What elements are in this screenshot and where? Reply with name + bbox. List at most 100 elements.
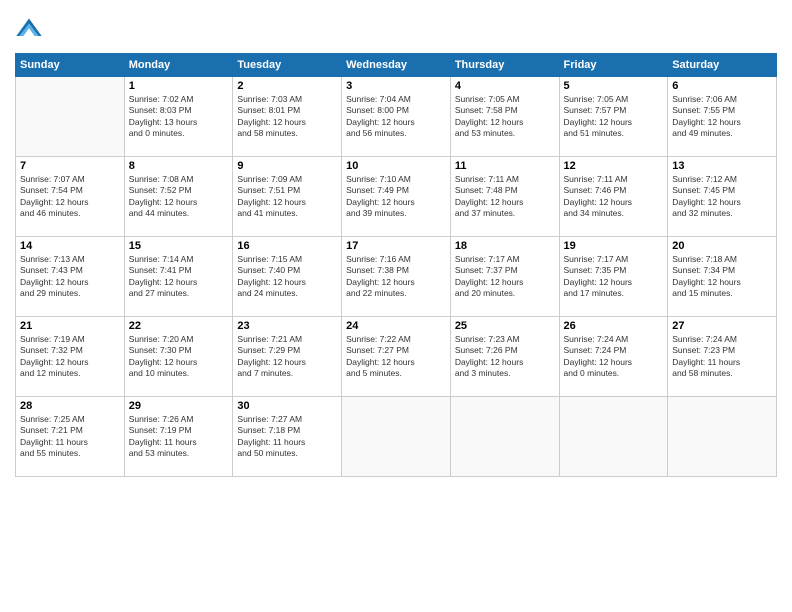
day-content: Sunrise: 7:23 AM Sunset: 7:26 PM Dayligh… [455, 334, 555, 380]
calendar-cell [559, 397, 668, 477]
day-number: 8 [129, 160, 229, 172]
day-content: Sunrise: 7:11 AM Sunset: 7:48 PM Dayligh… [455, 174, 555, 220]
day-content: Sunrise: 7:24 AM Sunset: 7:24 PM Dayligh… [564, 334, 664, 380]
calendar-week-row: 14 Sunrise: 7:13 AM Sunset: 7:43 PM Dayli… [16, 237, 777, 317]
day-number: 10 [346, 160, 446, 172]
day-number: 24 [346, 320, 446, 332]
calendar-cell: 20 Sunrise: 7:18 AM Sunset: 7:34 PM Dayli… [668, 237, 777, 317]
day-number: 2 [237, 80, 337, 92]
header [15, 15, 777, 43]
day-number: 11 [455, 160, 555, 172]
calendar-cell: 18Sunrise: 7:17 AM Sunset: 7:37 PM Dayli… [450, 237, 559, 317]
calendar-cell: 19 Sunrise: 7:17 AM Sunset: 7:35 PM Dayli… [559, 237, 668, 317]
day-number: 16 [237, 240, 337, 252]
calendar-cell: 24Sunrise: 7:22 AM Sunset: 7:27 PM Dayli… [342, 317, 451, 397]
calendar-cell: 25 Sunrise: 7:23 AM Sunset: 7:26 PM Dayli… [450, 317, 559, 397]
calendar-week-row: 7Sunrise: 7:07 AM Sunset: 7:54 PM Daylig… [16, 157, 777, 237]
calendar-cell: 8 Sunrise: 7:08 AM Sunset: 7:52 PM Daylig… [124, 157, 233, 237]
day-number: 3 [346, 80, 446, 92]
day-number: 26 [564, 320, 664, 332]
day-content: Sunrise: 7:10 AM Sunset: 7:49 PM Dayligh… [346, 174, 446, 220]
header-thursday: Thursday [450, 54, 559, 77]
calendar-cell: 28 Sunrise: 7:25 AM Sunset: 7:21 PM Dayli… [16, 397, 125, 477]
day-number: 12 [564, 160, 664, 172]
day-content: Sunrise: 7:08 AM Sunset: 7:52 PM Dayligh… [129, 174, 229, 220]
day-content: Sunrise: 7:12 AM Sunset: 7:45 PM Dayligh… [672, 174, 772, 220]
calendar-cell: 27 Sunrise: 7:24 AM Sunset: 7:23 PM Dayli… [668, 317, 777, 397]
day-content: Sunrise: 7:14 AM Sunset: 7:41 PM Dayligh… [129, 254, 229, 300]
day-number: 23 [237, 320, 337, 332]
day-number: 20 [672, 240, 772, 252]
day-number: 27 [672, 320, 772, 332]
calendar-cell: 4 Sunrise: 7:05 AM Sunset: 7:58 PM Daylig… [450, 77, 559, 157]
day-number: 9 [237, 160, 337, 172]
header-sunday: Sunday [16, 54, 125, 77]
day-number: 28 [20, 400, 120, 412]
calendar-cell: 12 Sunrise: 7:11 AM Sunset: 7:46 PM Dayli… [559, 157, 668, 237]
calendar-cell [16, 77, 125, 157]
calendar-cell: 3 Sunrise: 7:04 AM Sunset: 8:00 PM Daylig… [342, 77, 451, 157]
day-number: 4 [455, 80, 555, 92]
day-number: 5 [564, 80, 664, 92]
calendar-cell: 26 Sunrise: 7:24 AM Sunset: 7:24 PM Dayli… [559, 317, 668, 397]
header-saturday: Saturday [668, 54, 777, 77]
logo [15, 15, 47, 43]
calendar-cell [668, 397, 777, 477]
day-content: Sunrise: 7:24 AM Sunset: 7:23 PM Dayligh… [672, 334, 772, 380]
calendar-cell: 13 Sunrise: 7:12 AM Sunset: 7:45 PM Dayli… [668, 157, 777, 237]
calendar-cell [450, 397, 559, 477]
header-wednesday: Wednesday [342, 54, 451, 77]
calendar-cell: 21 Sunrise: 7:19 AM Sunset: 7:32 PM Dayli… [16, 317, 125, 397]
day-number: 18 [455, 240, 555, 252]
day-number: 15 [129, 240, 229, 252]
logo-icon [15, 15, 43, 43]
day-content: Sunrise: 7:25 AM Sunset: 7:21 PM Dayligh… [20, 414, 120, 460]
day-number: 22 [129, 320, 229, 332]
day-number: 13 [672, 160, 772, 172]
calendar-cell: 22 Sunrise: 7:20 AM Sunset: 7:30 PM Dayli… [124, 317, 233, 397]
day-content: Sunrise: 7:26 AM Sunset: 7:19 PM Dayligh… [129, 414, 229, 460]
day-content: Sunrise: 7:27 AM Sunset: 7:18 PM Dayligh… [237, 414, 337, 460]
day-number: 7 [20, 160, 120, 172]
calendar-cell [342, 397, 451, 477]
day-content: Sunrise: 7:04 AM Sunset: 8:00 PM Dayligh… [346, 94, 446, 140]
calendar-cell: 9 Sunrise: 7:09 AM Sunset: 7:51 PM Daylig… [233, 157, 342, 237]
day-content: Sunrise: 7:21 AM Sunset: 7:29 PM Dayligh… [237, 334, 337, 380]
day-number: 14 [20, 240, 120, 252]
day-number: 6 [672, 80, 772, 92]
calendar-cell: 17Sunrise: 7:16 AM Sunset: 7:38 PM Dayli… [342, 237, 451, 317]
calendar-table: SundayMondayTuesdayWednesdayThursdayFrid… [15, 53, 777, 477]
day-content: Sunrise: 7:20 AM Sunset: 7:30 PM Dayligh… [129, 334, 229, 380]
day-content: Sunrise: 7:17 AM Sunset: 7:35 PM Dayligh… [564, 254, 664, 300]
day-number: 25 [455, 320, 555, 332]
day-content: Sunrise: 7:05 AM Sunset: 7:57 PM Dayligh… [564, 94, 664, 140]
calendar-cell: 2 Sunrise: 7:03 AM Sunset: 8:01 PM Daylig… [233, 77, 342, 157]
day-number: 19 [564, 240, 664, 252]
day-content: Sunrise: 7:05 AM Sunset: 7:58 PM Dayligh… [455, 94, 555, 140]
calendar-cell: 30Sunrise: 7:27 AM Sunset: 7:18 PM Dayli… [233, 397, 342, 477]
calendar-header-row: SundayMondayTuesdayWednesdayThursdayFrid… [16, 54, 777, 77]
day-content: Sunrise: 7:09 AM Sunset: 7:51 PM Dayligh… [237, 174, 337, 220]
calendar-week-row: 28 Sunrise: 7:25 AM Sunset: 7:21 PM Dayli… [16, 397, 777, 477]
day-content: Sunrise: 7:15 AM Sunset: 7:40 PM Dayligh… [237, 254, 337, 300]
calendar-week-row: 21 Sunrise: 7:19 AM Sunset: 7:32 PM Dayli… [16, 317, 777, 397]
calendar-cell: 5 Sunrise: 7:05 AM Sunset: 7:57 PM Daylig… [559, 77, 668, 157]
calendar-cell: 7Sunrise: 7:07 AM Sunset: 7:54 PM Daylig… [16, 157, 125, 237]
header-monday: Monday [124, 54, 233, 77]
calendar-cell: 10 Sunrise: 7:10 AM Sunset: 7:49 PM Dayli… [342, 157, 451, 237]
calendar-cell: 14 Sunrise: 7:13 AM Sunset: 7:43 PM Dayli… [16, 237, 125, 317]
calendar-cell: 16 Sunrise: 7:15 AM Sunset: 7:40 PM Dayli… [233, 237, 342, 317]
day-content: Sunrise: 7:11 AM Sunset: 7:46 PM Dayligh… [564, 174, 664, 220]
day-content: Sunrise: 7:03 AM Sunset: 8:01 PM Dayligh… [237, 94, 337, 140]
calendar-cell: 11 Sunrise: 7:11 AM Sunset: 7:48 PM Dayli… [450, 157, 559, 237]
day-content: Sunrise: 7:18 AM Sunset: 7:34 PM Dayligh… [672, 254, 772, 300]
day-content: Sunrise: 7:06 AM Sunset: 7:55 PM Dayligh… [672, 94, 772, 140]
day-content: Sunrise: 7:13 AM Sunset: 7:43 PM Dayligh… [20, 254, 120, 300]
day-number: 21 [20, 320, 120, 332]
calendar-cell: 29 Sunrise: 7:26 AM Sunset: 7:19 PM Dayli… [124, 397, 233, 477]
day-content: Sunrise: 7:16 AM Sunset: 7:38 PM Dayligh… [346, 254, 446, 300]
calendar-cell: 6 Sunrise: 7:06 AM Sunset: 7:55 PM Daylig… [668, 77, 777, 157]
header-friday: Friday [559, 54, 668, 77]
day-content: Sunrise: 7:19 AM Sunset: 7:32 PM Dayligh… [20, 334, 120, 380]
day-number: 29 [129, 400, 229, 412]
